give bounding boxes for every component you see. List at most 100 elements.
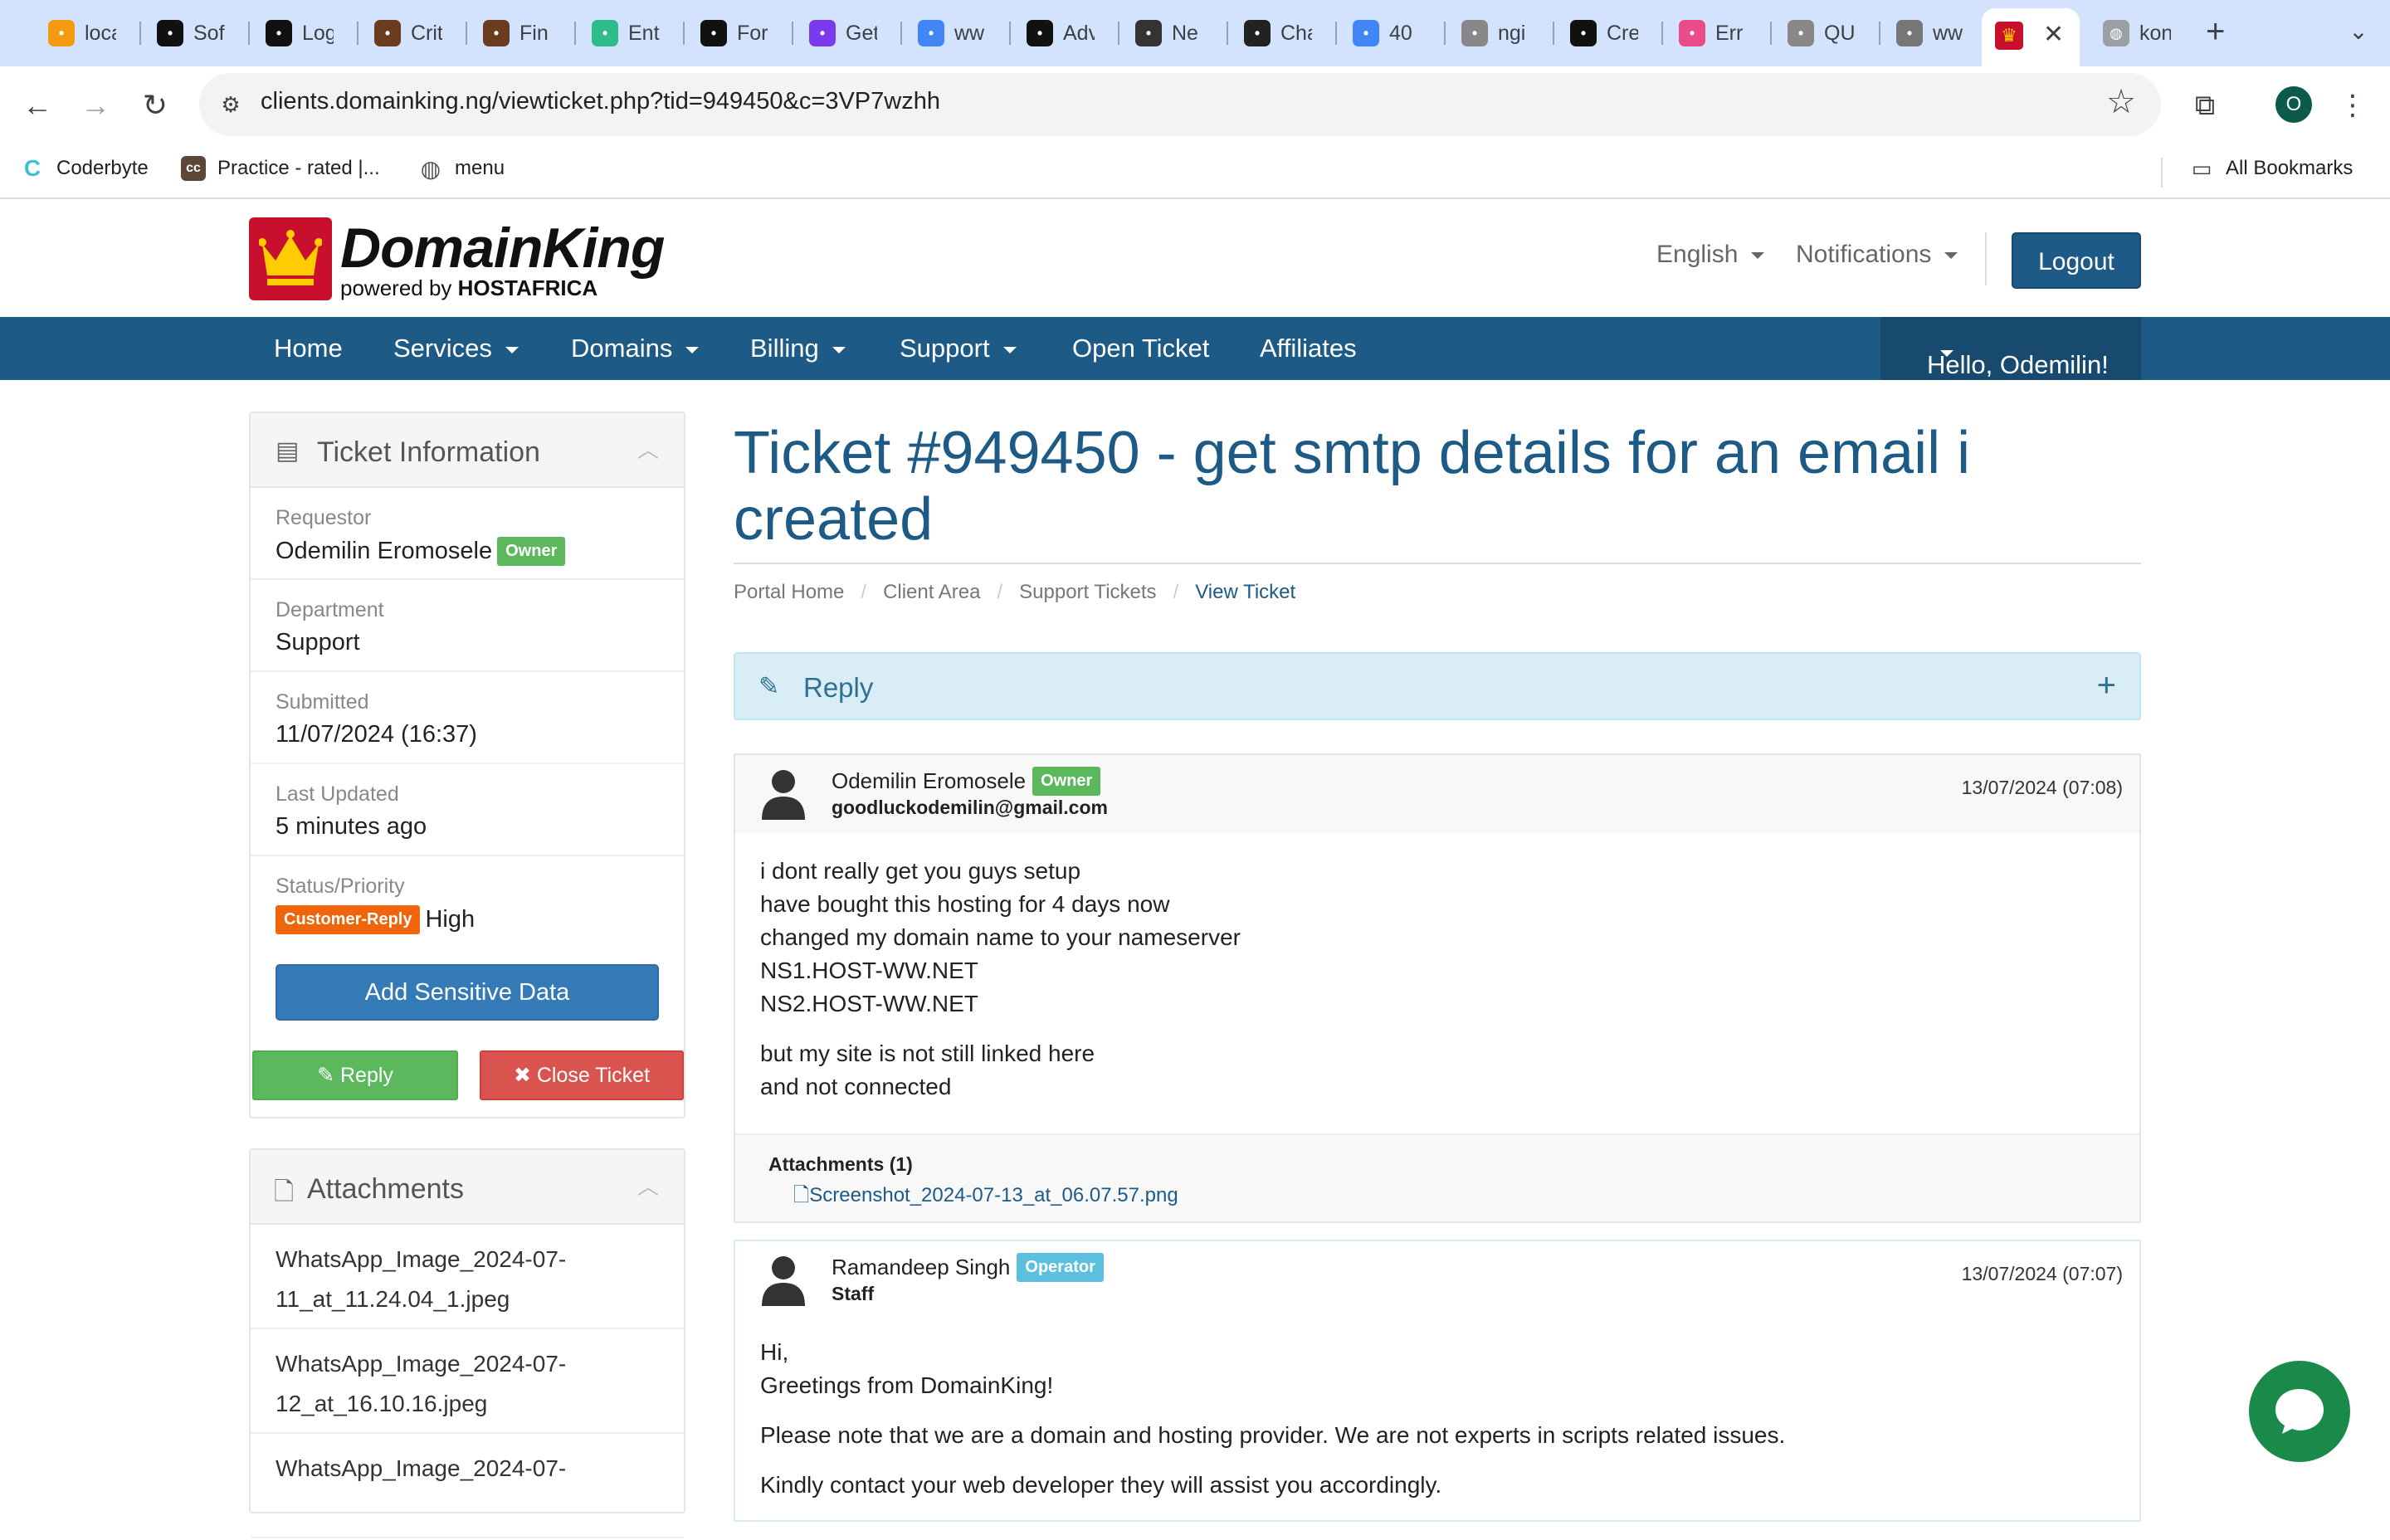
browser-tab[interactable]: • ww bbox=[906, 13, 1004, 53]
message-date: 13/07/2024 (07:07) bbox=[1961, 1263, 2123, 1284]
browser-tab[interactable]: • Get bbox=[797, 13, 895, 53]
breadcrumb-portal-home[interactable]: Portal Home bbox=[734, 581, 844, 604]
chevron-up-icon[interactable]: ︿ bbox=[637, 433, 659, 464]
nav-support[interactable]: Support bbox=[900, 334, 1017, 363]
nav-user-menu[interactable]: Hello, Odemilin! bbox=[1880, 317, 2141, 380]
browser-tab[interactable]: • Sof bbox=[145, 13, 243, 53]
tab-separator bbox=[1661, 22, 1663, 45]
browser-tab[interactable]: • Err bbox=[1667, 13, 1765, 53]
power-icon: • bbox=[266, 20, 292, 46]
add-sensitive-data-button[interactable]: Add Sensitive Data bbox=[276, 964, 659, 1021]
browser-tab[interactable]: • Ne bbox=[1124, 13, 1222, 53]
nav-domains[interactable]: Domains bbox=[571, 334, 700, 363]
attachment-link[interactable]: 🗋Screenshot_2024-07-13_at_06.07.57.png bbox=[793, 1181, 2106, 1215]
ticket-icon: ▤ bbox=[276, 437, 300, 465]
bookmark-star-icon[interactable]: ☆ bbox=[2106, 83, 2136, 121]
bootstrap-icon: • bbox=[809, 20, 836, 46]
reply-toggle-bar[interactable]: ✎ Reply + bbox=[734, 652, 2141, 720]
browser-tab[interactable]: • For bbox=[689, 13, 787, 53]
breadcrumb-support-tickets[interactable]: Support Tickets bbox=[1019, 581, 1156, 604]
page-title: Ticket #949450 - get smtp details for an… bbox=[734, 420, 1971, 553]
browser-tab[interactable]: • Crit bbox=[363, 13, 461, 53]
extensions-icon[interactable]: ⧉ bbox=[2184, 85, 2226, 126]
browser-tab[interactable]: • QU bbox=[1776, 13, 1874, 53]
user-avatar-icon bbox=[762, 770, 805, 820]
status-priority-row: Status/Priority Customer-Reply High bbox=[276, 875, 476, 934]
pencil-icon: ✎ bbox=[317, 1064, 340, 1087]
nav-services[interactable]: Services bbox=[393, 334, 519, 363]
domainking-logo[interactable] bbox=[249, 217, 332, 300]
attachment-link[interactable]: WhatsApp_Image_2024-07- 11_at_11.24.04_1… bbox=[251, 1225, 684, 1329]
globe-icon: ◍ bbox=[2103, 20, 2129, 46]
tab-search-chevron-icon[interactable]: ⌄ bbox=[2339, 12, 2378, 51]
google-icon: • bbox=[1353, 20, 1379, 46]
department-value: Support bbox=[276, 629, 360, 655]
bookmark-practice[interactable]: cc Practice - rated |... bbox=[181, 156, 380, 181]
url-text[interactable]: clients.domainking.ng/viewticket.php?tid… bbox=[261, 88, 940, 115]
chevron-down-icon bbox=[1751, 252, 1765, 260]
back-icon[interactable]: ← bbox=[17, 85, 58, 126]
vue-icon: • bbox=[592, 20, 618, 46]
profile-avatar[interactable]: O bbox=[2275, 86, 2312, 123]
browser-tab[interactable]: • Log bbox=[254, 13, 352, 53]
chevron-up-icon[interactable]: ︿ bbox=[637, 1170, 659, 1201]
message-body: i dont really get you guys setup have bo… bbox=[760, 858, 1241, 1099]
user-avatar-icon bbox=[762, 1256, 805, 1306]
bookmark-menu[interactable]: ◍ menu bbox=[418, 156, 505, 182]
logout-button[interactable]: Logout bbox=[2012, 232, 2141, 289]
browser-tab[interactable]: ◍ kon bbox=[2091, 13, 2199, 53]
site-settings-icon[interactable]: ⚙ bbox=[216, 90, 246, 119]
address-bar[interactable]: ⚙ clients.domainking.ng/viewticket.php?t… bbox=[199, 73, 2161, 136]
close-tab-icon[interactable]: ✕ bbox=[2043, 20, 2064, 49]
bookmark-coderbyte[interactable]: C Coderbyte bbox=[20, 155, 149, 181]
breadcrumb-client-area[interactable]: Client Area bbox=[883, 581, 980, 604]
browser-tab[interactable]: • ww bbox=[1885, 13, 1983, 53]
nav-open-ticket[interactable]: Open Ticket bbox=[1072, 334, 1209, 363]
all-bookmarks[interactable]: ▭ All Bookmarks bbox=[2189, 156, 2353, 181]
close-ticket-button[interactable]: ✖ Close Ticket bbox=[480, 1050, 684, 1100]
ip-icon: • bbox=[1570, 20, 1597, 46]
forward-icon[interactable]: → bbox=[75, 85, 116, 126]
new-tab-icon[interactable]: + bbox=[2206, 15, 2225, 48]
attachments-header[interactable]: 🗋 Attachments ︿ bbox=[251, 1150, 684, 1225]
file-icon: 🗋 bbox=[793, 1184, 810, 1206]
browser-tab[interactable]: • Cre bbox=[1558, 13, 1656, 53]
browser-menu-icon[interactable]: ⋮ bbox=[2332, 85, 2373, 126]
ticket-info-header[interactable]: ▤ Ticket Information ︿ bbox=[251, 413, 684, 488]
browser-tab[interactable]: • 40 bbox=[1341, 13, 1439, 53]
department-row: Department Support bbox=[251, 580, 684, 672]
language-dropdown[interactable]: English bbox=[1656, 241, 1765, 269]
nav-billing[interactable]: Billing bbox=[750, 334, 846, 363]
browser-tab[interactable]: • Adv bbox=[1015, 13, 1113, 53]
tab-separator bbox=[900, 22, 902, 45]
tab-separator bbox=[357, 22, 358, 45]
attachment-link[interactable]: WhatsApp_Image_2024-07- 12_at_16.10.16.j… bbox=[251, 1329, 684, 1434]
notifications-dropdown[interactable]: Notifications bbox=[1796, 241, 1958, 269]
tab-separator bbox=[1227, 22, 1228, 45]
breadcrumb: Portal Home / Client Area / Support Ticket… bbox=[734, 581, 1296, 604]
attachment-link[interactable]: WhatsApp_Image_2024-07- bbox=[251, 1434, 684, 1538]
circle-icon: • bbox=[1135, 20, 1162, 46]
submitted-value: 11/07/2024 (16:37) bbox=[276, 721, 477, 748]
breadcrumb-view-ticket: View Ticket bbox=[1195, 581, 1296, 603]
expand-plus-icon[interactable]: + bbox=[2097, 667, 2116, 704]
browser-tab[interactable]: •loca bbox=[37, 13, 134, 53]
tab-separator bbox=[139, 22, 141, 45]
active-tab[interactable]: ♛ ✕ bbox=[1982, 8, 2080, 66]
submitted-row: Submitted 11/07/2024 (16:37) bbox=[251, 672, 684, 764]
coderbyte-icon: C bbox=[20, 155, 45, 181]
reply-button[interactable]: ✎ Reply bbox=[252, 1050, 458, 1100]
live-chat-button[interactable] bbox=[2249, 1361, 2350, 1462]
ticket-info-panel: ▤ Ticket Information ︿ Requestor Odemili… bbox=[249, 412, 685, 1118]
header-divider bbox=[1985, 232, 1987, 285]
browser-tab[interactable]: • ngi bbox=[1450, 13, 1548, 53]
browser-tab[interactable]: •Cha bbox=[1232, 13, 1330, 53]
nav-home[interactable]: Home bbox=[274, 334, 343, 363]
nav-affiliates[interactable]: Affiliates bbox=[1260, 334, 1357, 363]
browser-tab[interactable]: • Fin bbox=[471, 13, 569, 53]
book-icon: • bbox=[374, 20, 401, 46]
chart-icon: • bbox=[1896, 20, 1923, 46]
reload-icon[interactable]: ↻ bbox=[134, 85, 176, 126]
tab-separator bbox=[1444, 22, 1446, 45]
browser-tab[interactable]: • Ent bbox=[580, 13, 678, 53]
